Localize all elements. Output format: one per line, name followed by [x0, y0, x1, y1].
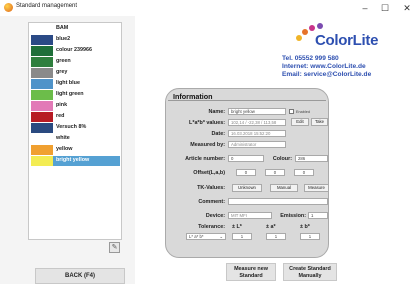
edit-icon[interactable]: ✎: [109, 242, 120, 253]
list-item[interactable]: Versuch 8%: [31, 123, 120, 133]
measure-button[interactable]: Measure: [304, 184, 329, 192]
color-swatch: [31, 57, 53, 67]
list-item-selected[interactable]: bright yellow: [31, 156, 120, 166]
color-swatch: [31, 112, 53, 122]
color-swatch: [31, 79, 53, 89]
list-item[interactable]: red: [31, 112, 120, 122]
tol-l-header: ± L*: [232, 224, 242, 230]
minimize-button[interactable]: –: [356, 2, 374, 14]
list-item-label: Versuch 8%: [56, 124, 87, 130]
name-field[interactable]: bright yellow: [228, 108, 286, 115]
list-item-label: light blue: [56, 80, 80, 86]
tol-a-field[interactable]: 1: [266, 233, 286, 240]
measure-new-standard-button[interactable]: Measure new Standard: [226, 263, 276, 281]
comment-field[interactable]: [228, 198, 328, 205]
list-item[interactable]: blue2: [31, 35, 120, 45]
standards-list[interactable]: BAM blue2 colour 239966 green grey light…: [28, 22, 122, 240]
tol-l-field[interactable]: 1: [232, 233, 252, 240]
color-swatch: [31, 68, 53, 78]
create-standard-manually-button[interactable]: Create Standard Manually: [283, 263, 337, 281]
offset-l-field[interactable]: 0: [236, 169, 256, 176]
colour-field[interactable]: 286: [295, 155, 328, 162]
color-swatch: [31, 24, 53, 34]
list-item-label: pink: [56, 102, 68, 108]
offset-a-field[interactable]: 0: [265, 169, 285, 176]
list-item[interactable]: white: [31, 134, 120, 144]
list-item[interactable]: light blue: [31, 79, 120, 89]
list-item[interactable]: BAM: [31, 24, 120, 34]
contact-email: Email: service@ColorLite.de: [282, 71, 372, 78]
offset-b-field[interactable]: 0: [294, 169, 314, 176]
enabled-label: Enabled: [296, 110, 310, 114]
maximize-button[interactable]: ☐: [376, 2, 394, 14]
tolerance-mode-select[interactable]: L* a* b* ⌄: [186, 233, 226, 240]
create-line1: Create Standard: [289, 266, 331, 272]
lab-values-field: 102,14 / -22,38 / 113,58: [228, 119, 286, 126]
color-swatch: [31, 35, 53, 45]
emission-label: Emission:: [280, 213, 306, 219]
device-field: MIT MFI: [228, 212, 272, 219]
color-swatch: [31, 123, 53, 133]
back-button[interactable]: BACK (F4): [35, 268, 125, 284]
date-label: Date:: [211, 131, 225, 137]
tk-value-field: Unknown: [232, 184, 262, 192]
list-item[interactable]: pink: [31, 101, 120, 111]
tk-values-label: TK-Values:: [197, 185, 225, 191]
contact-tel: Tel. 05552 999 580: [282, 55, 339, 62]
color-swatch: [31, 134, 53, 144]
list-item[interactable]: light green: [31, 90, 120, 100]
take-button[interactable]: Take: [311, 118, 328, 126]
list-item-label: green: [56, 58, 71, 64]
enabled-checkbox[interactable]: [289, 109, 294, 114]
date-field: 16.03.2018 15:52:20: [228, 130, 286, 137]
tolerance-label: Tolerance:: [198, 224, 225, 230]
contact-block: Tel. 05552 999 580 Internet: www.ColorLi…: [282, 55, 371, 79]
list-item-label: bright yellow: [56, 157, 90, 163]
color-swatch: [31, 101, 53, 111]
tol-b-field[interactable]: 1: [300, 233, 320, 240]
list-item-label: white: [56, 135, 70, 141]
measured-by-label: Measured by:: [190, 142, 225, 148]
list-item[interactable]: green: [31, 57, 120, 67]
edit-button[interactable]: Edit: [291, 118, 309, 126]
article-number-field[interactable]: 0: [228, 155, 264, 162]
contact-internet: Internet: www.ColorLite.de: [282, 63, 366, 70]
color-swatch: [31, 46, 53, 56]
brand-name: ColorLite: [315, 32, 379, 49]
chevron-down-icon: ⌄: [219, 234, 223, 239]
list-item-label: BAM: [56, 25, 69, 31]
window-title: Standard management: [16, 3, 78, 9]
list-item[interactable]: colour 239966: [31, 46, 120, 56]
colour-label: Colour:: [272, 156, 292, 162]
offset-label: Offset(L,a,b): [193, 170, 225, 176]
color-swatch: [31, 156, 53, 166]
list-item-label: colour 239966: [56, 47, 92, 53]
list-item-label: grey: [56, 69, 68, 75]
measured-by-field: Administrator: [228, 141, 286, 148]
comment-label: Comment:: [198, 199, 225, 205]
create-line2: Manually: [298, 273, 322, 279]
list-item[interactable]: yellow: [31, 145, 120, 155]
list-item[interactable]: grey: [31, 68, 120, 78]
emission-field[interactable]: 1: [308, 212, 328, 219]
tolerance-mode-value: L* a* b*: [189, 234, 204, 239]
measure-new-line1: Measure new: [234, 266, 268, 272]
measure-new-line2: Standard: [239, 273, 263, 279]
article-number-label: Article number:: [185, 156, 225, 162]
close-button[interactable]: ✕: [398, 2, 416, 14]
lab-values-label: L*a*b* values:: [189, 120, 225, 126]
manual-button[interactable]: Manual: [270, 184, 298, 192]
list-item-label: red: [56, 113, 65, 119]
name-label: Name:: [208, 109, 225, 115]
color-swatch: [31, 90, 53, 100]
color-swatch: [31, 145, 53, 155]
section-divider: [168, 100, 326, 101]
list-item-label: yellow: [56, 146, 73, 152]
app-icon: [4, 3, 13, 12]
list-item-label: blue2: [56, 36, 71, 42]
device-label: Device:: [205, 213, 225, 219]
list-item-label: light green: [56, 91, 84, 97]
tol-b-header: ± b*: [300, 224, 310, 230]
tol-a-header: ± a*: [266, 224, 276, 230]
